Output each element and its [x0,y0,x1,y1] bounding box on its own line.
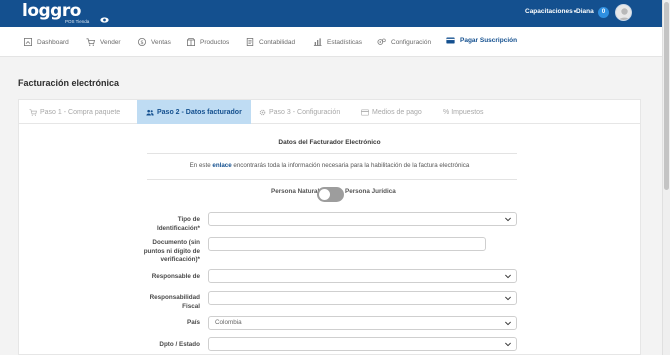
tab-label: Impuestos [451,108,484,116]
nav-label: Pagar Suscripción [460,37,518,44]
responsabilidad-fiscal-label: Responsabilidad Fiscal [149,294,200,310]
tab-paso-3[interactable]: Paso 3 - Configuración [259,100,340,124]
tab-label: Paso 2 - Datos facturador [157,108,242,116]
main-nav: Dashboard Vender $ Ventas Productos Cont… [0,27,662,57]
tab-paso-2[interactable]: Paso 2 - Datos facturador [137,100,251,124]
persona-toggle[interactable] [317,187,344,202]
nav-pagar-suscripcion[interactable]: Pagar Suscripción [446,37,517,44]
nav-label: Configuración [391,38,432,46]
ledger-icon [246,38,254,46]
divider [147,153,517,154]
documento-label: Documento (sin puntos ni dígito de verif… [143,239,200,263]
dollar-icon: $ [138,38,146,46]
tab-medios-de-pago[interactable]: Medios de pago [361,100,422,124]
dpto-estado-select[interactable] [208,337,517,351]
pais-label: País [187,319,200,326]
tipo-identificacion-select[interactable] [208,212,517,226]
nav-label: Contabilidad [259,38,296,46]
tab-paso-1[interactable]: Paso 1 - Compra paquete [29,100,120,124]
tipo-identificacion-label: Tipo de Identificación* [156,216,200,232]
responsabilidad-fiscal-select[interactable] [208,291,517,305]
chevron-down-icon [505,217,511,222]
divider [147,179,517,180]
documento-input[interactable] [208,237,486,251]
capacitaciones-menu[interactable]: Capacitaciones▾ [525,8,576,15]
nav-vender[interactable]: Vender [86,38,121,46]
toggle-label-natural: Persona Natural [271,188,320,195]
info-link[interactable]: enlace [212,162,231,169]
info-suffix: encontrarás toda la información necesari… [233,162,470,169]
scrollbar-thumb[interactable] [664,2,669,190]
pais-select[interactable]: Colombia [208,316,517,330]
svg-text:$: $ [140,40,143,46]
credit-card-icon [446,37,455,44]
nav-configuracion[interactable]: Configuración [377,38,431,46]
responsable-de-select[interactable] [208,269,517,283]
page-title: Facturación electrónica [18,78,120,88]
cart-icon [29,108,37,116]
dpto-estado-label: Dpto / Estado [159,341,200,348]
tab-label: Paso 1 - Compra paquete [40,108,121,116]
cart-icon [86,38,95,46]
nav-label: Ventas [151,38,171,46]
tab-label: Paso 3 - Configuración [269,108,341,116]
nav-dashboard[interactable]: Dashboard [24,38,69,46]
chevron-down-icon [505,321,511,326]
gears-icon [377,38,386,45]
chart-icon [313,38,322,46]
nav-label: Vender [100,38,121,46]
notification-badge[interactable]: 0 [598,7,609,18]
user-avatar-icon [618,8,631,20]
user-name[interactable]: Diana [576,8,594,15]
toggle-label-juridica: Persona Jurídica [345,188,396,195]
capacitaciones-label: Capacitaciones [525,8,573,15]
nav-label: Productos [200,38,230,46]
nav-ventas[interactable]: $ Ventas [138,38,171,46]
nav-label: Dashboard [37,38,69,46]
toggle-knob [319,189,330,200]
nav-label: Estadísticas [327,38,363,46]
dashboard-icon [24,38,32,46]
chevron-down-icon [505,342,511,347]
percent-icon: % [443,108,450,116]
wizard-tabs: Paso 1 - Compra paquete Paso 2 - Datos f… [19,100,640,124]
tab-label: Medios de pago [372,108,422,116]
logo-text: loggro [22,1,81,21]
tab-impuestos[interactable]: % Impuestos [443,100,484,124]
section-title: Datos del Facturador Electrónico [278,139,381,146]
info-text: En este enlace encontrarás toda la infor… [19,162,640,169]
eye-icon[interactable] [100,17,109,23]
gear-icon [259,109,266,115]
users-icon [146,109,154,115]
nav-productos[interactable]: Productos [187,38,229,46]
top-bar: loggro POS Tienda Capacitaciones▾ Diana … [0,0,662,27]
wizard-card: Paso 1 - Compra paquete Paso 2 - Datos f… [18,99,641,355]
chevron-down-icon [505,274,511,279]
nav-estadisticas[interactable]: Estadísticas [313,38,362,46]
info-prefix: En este [189,162,211,169]
logo[interactable]: loggro POS Tienda [22,1,94,25]
responsable-de-label: Responsable de [151,273,200,280]
credit-card-icon [361,109,369,115]
box-icon [187,38,195,46]
logo-subtitle: POS Tienda [65,19,90,24]
scrollbar[interactable] [662,0,670,355]
chevron-down-icon [505,296,511,301]
field-value: Colombia [215,319,242,326]
nav-contabilidad[interactable]: Contabilidad [246,38,295,46]
avatar[interactable] [615,4,632,21]
